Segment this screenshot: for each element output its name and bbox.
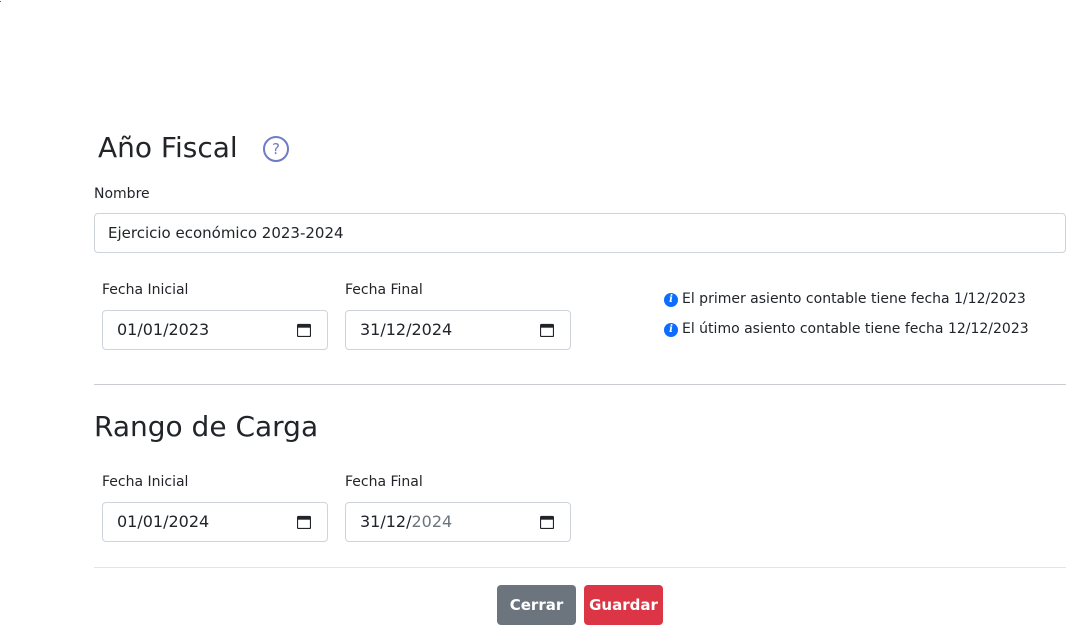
rango-title: Rango de Carga xyxy=(94,410,319,443)
fiscal-fecha-inicial-label: Fecha Inicial xyxy=(102,282,189,298)
footer-divider xyxy=(94,567,1066,568)
rango-fecha-final-label: Fecha Final xyxy=(345,474,423,490)
rango-fecha-inicial-value: 01/01/2024 xyxy=(117,512,210,531)
nombre-label: Nombre xyxy=(94,186,150,202)
first-entry-info: i El primer asiento contable tiene fecha … xyxy=(664,290,1026,308)
info-circle-icon: i xyxy=(664,293,678,307)
rango-fecha-inicial-input[interactable]: 01/01/2024 xyxy=(102,502,328,542)
fiscal-fecha-final-value: 31/12/2024 xyxy=(360,320,453,339)
fiscal-fecha-final-input[interactable]: 31/12/2024 xyxy=(345,310,571,350)
page-title: Año Fiscal xyxy=(98,131,238,164)
question-circle-icon[interactable]: ? xyxy=(263,136,289,162)
rango-fecha-inicial-label: Fecha Inicial xyxy=(102,474,189,490)
last-entry-info: i El útimo asiento contable tiene fecha 1… xyxy=(664,320,1029,338)
guardar-button[interactable]: Guardar xyxy=(584,585,663,625)
cerrar-button[interactable]: Cerrar xyxy=(497,585,576,625)
info-circle-icon: i xyxy=(664,323,678,337)
last-entry-text: El útimo asiento contable tiene fecha 12… xyxy=(682,321,1029,337)
section-divider xyxy=(94,384,1066,385)
calendar-icon[interactable] xyxy=(540,323,554,337)
rango-fecha-final-pending: 2024 xyxy=(411,512,453,531)
fiscal-year-form: Año Fiscal ? Nombre Fecha Inicial 01/01/… xyxy=(0,0,1078,634)
fiscal-fecha-inicial-input[interactable]: 01/01/2023 xyxy=(102,310,328,350)
fiscal-fecha-final-label: Fecha Final xyxy=(345,282,423,298)
calendar-icon[interactable] xyxy=(297,515,311,529)
rango-fecha-final-input[interactable]: 31/12/2024 xyxy=(345,502,571,542)
rango-fecha-final-value: 31/12/2024 xyxy=(360,503,452,541)
corner-marker xyxy=(0,1,1,2)
nombre-input[interactable] xyxy=(94,213,1066,253)
first-entry-text: El primer asiento contable tiene fecha 1… xyxy=(682,291,1026,307)
rango-fecha-final-typed: 31/12/ xyxy=(360,512,412,531)
fiscal-fecha-inicial-value: 01/01/2023 xyxy=(117,320,210,339)
calendar-icon[interactable] xyxy=(540,515,554,529)
calendar-icon[interactable] xyxy=(297,323,311,337)
